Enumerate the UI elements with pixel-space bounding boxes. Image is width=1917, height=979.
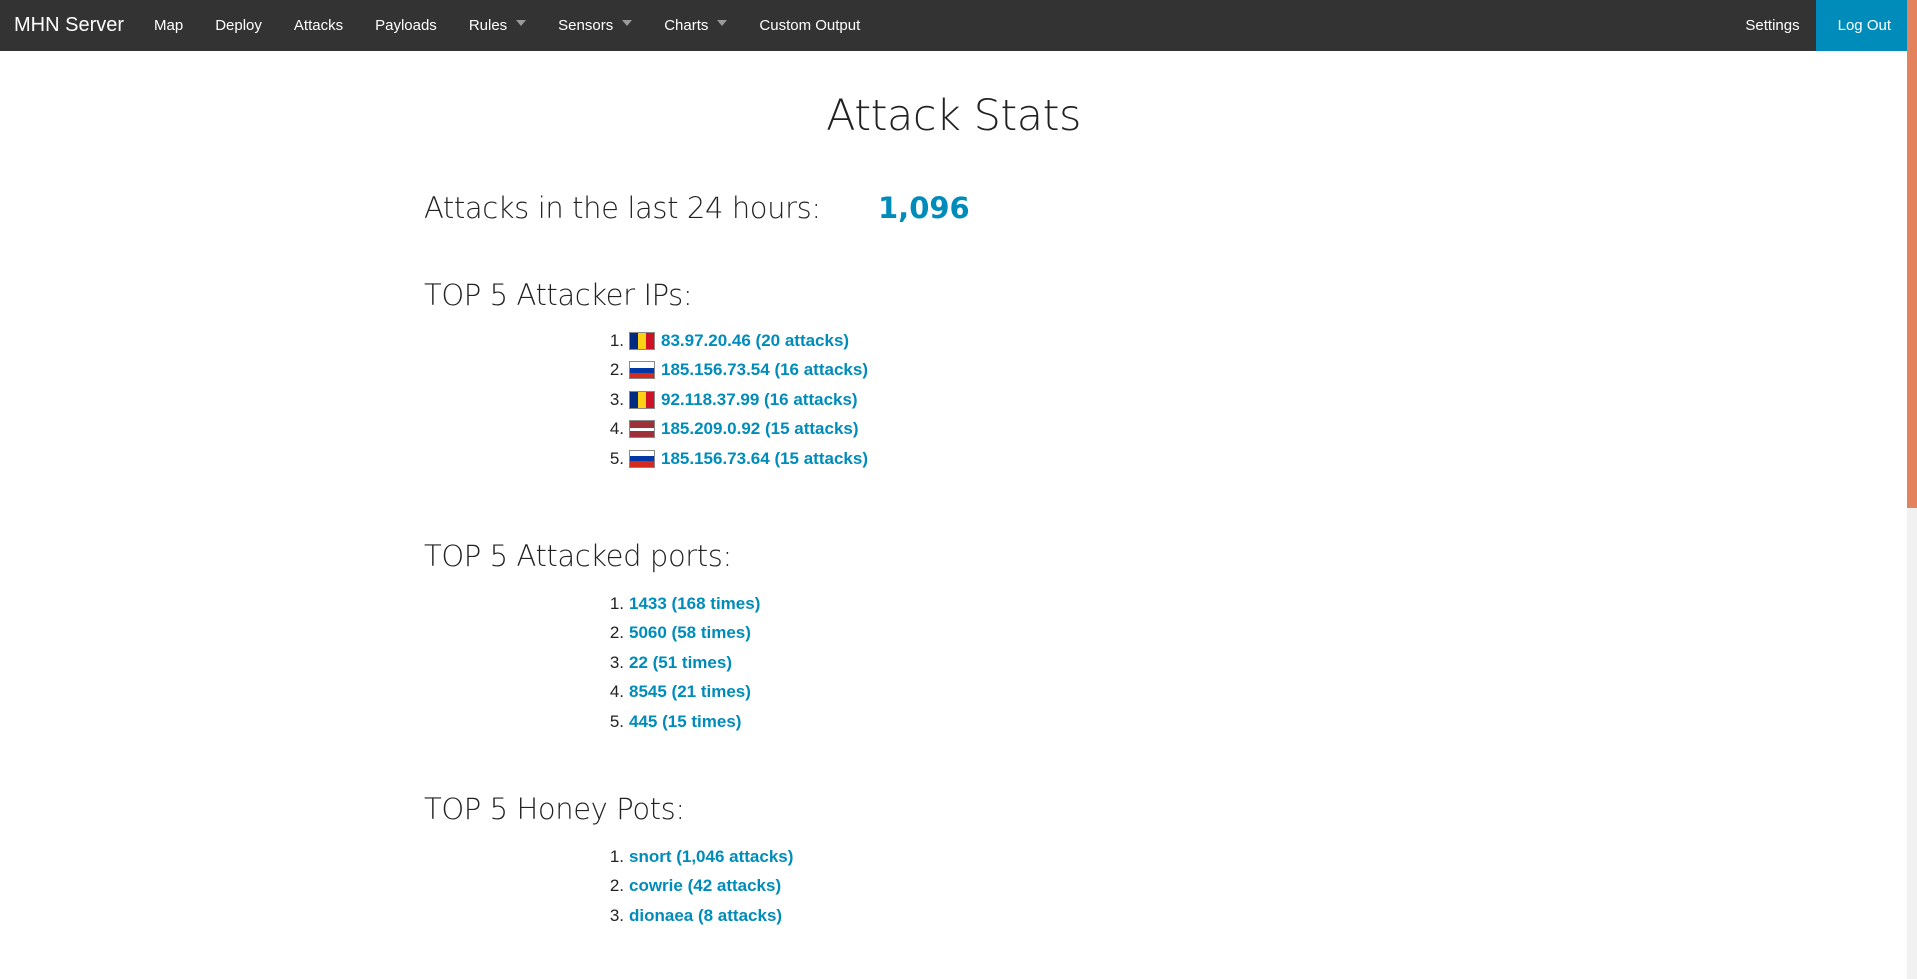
nav-sensors-label: Sensors <box>558 17 614 34</box>
list-item: 5. 445 (15 times) <box>604 707 760 737</box>
rank-number: 4. <box>609 419 624 439</box>
rank-number: 5. <box>609 711 624 731</box>
caret-down-icon <box>717 19 728 26</box>
honeypot-link[interactable]: snort (1,046 attacks) <box>629 847 793 867</box>
port-link[interactable]: 1433 (168 times) <box>629 594 760 614</box>
nav-rules-label: Rules <box>468 17 508 34</box>
rank-number: 5. <box>609 448 624 468</box>
scrollbar-thumb[interactable] <box>1907 0 1917 508</box>
list-item: 1. 1433 (168 times) <box>604 589 761 619</box>
port-link[interactable]: 445 (15 times) <box>629 712 741 732</box>
list-item: 3. 92.118.37.99 (16 attacks) <box>604 385 868 415</box>
caret-down-icon <box>622 19 633 26</box>
nav-sensors-dropdown[interactable]: Sensors <box>542 0 648 51</box>
top-navbar: MHN Server Map Deploy Attacks Payloads R… <box>0 0 1907 51</box>
list-item: 2. cowrie (42 attacks) <box>604 872 793 902</box>
list-item: 4. 185.209.0.92 (15 attacks) <box>604 415 868 445</box>
rank-number: 1. <box>609 846 624 866</box>
nav-custom-output[interactable]: Custom Output <box>743 0 876 51</box>
honeypot-link[interactable]: dionaea (8 attacks) <box>629 906 782 926</box>
nav-deploy-label: Deploy <box>215 17 262 34</box>
page-title: Attack Stats <box>826 91 1081 141</box>
port-link[interactable]: 22 (51 times) <box>629 653 732 673</box>
nav-rules-dropdown[interactable]: Rules <box>453 0 542 51</box>
list-item: 2. 185.156.73.54 (16 attacks) <box>604 356 868 386</box>
nav-charts-dropdown[interactable]: Charts <box>648 0 743 51</box>
top-ports-list: 1. 1433 (168 times) 2. 5060 (58 times) 3. 2… <box>604 589 761 737</box>
honeypot-link[interactable]: cowrie (42 attacks) <box>629 876 781 896</box>
list-item: 3. dionaea (8 attacks) <box>604 901 793 931</box>
rank-number: 2. <box>609 876 624 896</box>
top-ports-heading: TOP 5 Attacked ports: <box>424 539 732 573</box>
nav-payloads[interactable]: Payloads <box>359 0 453 51</box>
caret-down-icon <box>516 19 527 26</box>
attacks-24h-label: Attacks in the last 24 hours: <box>424 191 821 225</box>
romania-flag-icon <box>629 331 655 350</box>
rank-number: 2. <box>609 360 624 380</box>
nav-deploy[interactable]: Deploy <box>199 0 278 51</box>
top-honeypots-heading: TOP 5 Honey Pots: <box>424 792 685 826</box>
rank-number: 4. <box>609 682 624 702</box>
rank-number: 3. <box>609 652 624 672</box>
nav-payloads-label: Payloads <box>375 17 437 34</box>
rank-number: 2. <box>609 623 624 643</box>
list-item: 4. 8545 (21 times) <box>604 678 760 708</box>
list-item: 1. 83.97.20.46 (20 attacks) <box>604 326 868 356</box>
page-scrollbar[interactable] <box>1907 0 1917 979</box>
rank-number: 1. <box>609 593 624 613</box>
attacks-24h-count: 1,096 <box>878 191 970 225</box>
nav-map[interactable]: Map <box>138 0 199 51</box>
list-item: 5. 185.156.73.64 (15 attacks) <box>604 444 868 474</box>
romania-flag-icon <box>629 390 655 409</box>
nav-map-label: Map <box>154 17 184 34</box>
attacker-ip-link[interactable]: 185.156.73.64 (15 attacks) <box>661 449 868 469</box>
list-item: 3. 22 (51 times) <box>604 648 760 678</box>
brand-link[interactable]: MHN Server <box>0 0 138 51</box>
nav-charts-label: Charts <box>664 17 709 34</box>
top-ips-list: 1. 83.97.20.46 (20 attacks) 2. 185.156.7… <box>604 326 868 474</box>
attacker-ip-link[interactable]: 92.118.37.99 (16 attacks) <box>661 390 858 410</box>
nav-right-group: Settings Log Out <box>1729 0 1907 51</box>
port-link[interactable]: 8545 (21 times) <box>629 682 751 702</box>
nav-attacks[interactable]: Attacks <box>278 0 359 51</box>
nav-custom-output-label: Custom Output <box>759 17 861 34</box>
russia-flag-icon <box>629 449 655 468</box>
attacker-ip-link[interactable]: 185.156.73.54 (16 attacks) <box>661 360 868 380</box>
attacker-ip-link[interactable]: 185.209.0.92 (15 attacks) <box>661 419 859 439</box>
top-ips-heading: TOP 5 Attacker IPs: <box>424 278 693 312</box>
russia-flag-icon <box>629 361 655 380</box>
logout-button[interactable]: Log Out <box>1815 0 1907 51</box>
latvia-flag-icon <box>629 420 655 439</box>
rank-number: 3. <box>609 389 624 409</box>
list-item: 2. 5060 (58 times) <box>604 619 760 649</box>
attacker-ip-link[interactable]: 83.97.20.46 (20 attacks) <box>661 331 849 351</box>
nav-attacks-label: Attacks <box>293 17 344 34</box>
top-honeypots-list: 1. snort (1,046 attacks) 2. cowrie (42 att… <box>604 842 794 931</box>
rank-number: 1. <box>609 330 624 350</box>
rank-number: 3. <box>609 905 624 925</box>
settings-link[interactable]: Settings <box>1729 0 1815 51</box>
list-item: 1. snort (1,046 attacks) <box>604 842 794 872</box>
port-link[interactable]: 5060 (58 times) <box>629 623 751 643</box>
